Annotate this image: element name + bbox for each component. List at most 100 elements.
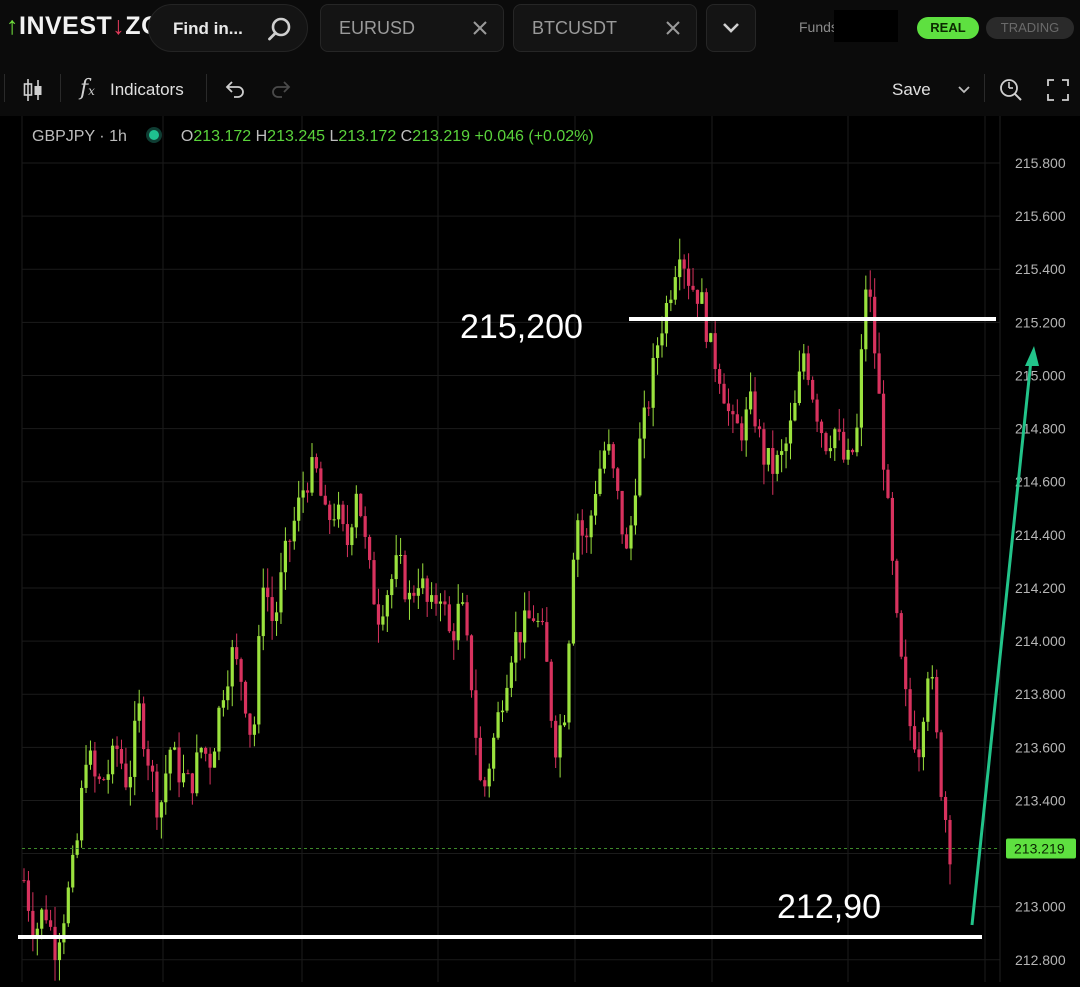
candle-body[interactable] bbox=[527, 610, 531, 619]
candle-body[interactable] bbox=[935, 677, 939, 733]
candle-body[interactable] bbox=[465, 602, 469, 636]
candle-body[interactable] bbox=[726, 403, 731, 412]
candle-body[interactable] bbox=[164, 773, 168, 803]
candle-body[interactable] bbox=[629, 525, 633, 549]
candle-body[interactable] bbox=[749, 391, 753, 410]
candle-body[interactable] bbox=[784, 443, 788, 452]
search-box[interactable] bbox=[148, 4, 308, 53]
candle-body[interactable] bbox=[722, 383, 726, 404]
candle-body[interactable] bbox=[806, 353, 810, 380]
fullscreen-icon[interactable] bbox=[1046, 78, 1070, 102]
candle-body[interactable] bbox=[842, 431, 846, 460]
candle-body[interactable] bbox=[394, 555, 398, 580]
candle-body[interactable] bbox=[890, 497, 895, 561]
candle-body[interactable] bbox=[686, 268, 691, 286]
candle-body[interactable] bbox=[819, 421, 824, 434]
candle-body[interactable] bbox=[390, 579, 394, 596]
candle-body[interactable] bbox=[332, 519, 336, 521]
search-icon[interactable] bbox=[267, 16, 293, 42]
candle-body[interactable] bbox=[111, 745, 115, 775]
candle-body[interactable] bbox=[159, 802, 163, 818]
candle-body[interactable] bbox=[655, 345, 660, 358]
candle-body[interactable] bbox=[731, 411, 735, 415]
candle-body[interactable] bbox=[416, 588, 420, 596]
candle-body[interactable] bbox=[624, 534, 629, 549]
candle-body[interactable] bbox=[589, 515, 593, 538]
candle-body[interactable] bbox=[53, 926, 57, 961]
candle-body[interactable] bbox=[150, 765, 155, 772]
candle-body[interactable] bbox=[496, 712, 500, 738]
candle-body[interactable] bbox=[399, 555, 403, 557]
candle-body[interactable] bbox=[243, 681, 248, 714]
redo-icon[interactable] bbox=[270, 80, 292, 98]
candle-body[interactable] bbox=[576, 520, 580, 560]
candle-body[interactable] bbox=[421, 578, 425, 589]
candle-body[interactable] bbox=[921, 721, 926, 758]
candle-body[interactable] bbox=[580, 520, 584, 536]
candle-body[interactable] bbox=[372, 560, 376, 605]
candle-body[interactable] bbox=[585, 535, 589, 538]
candle-body[interactable] bbox=[248, 713, 252, 735]
candle-body[interactable] bbox=[487, 768, 491, 787]
candle-body[interactable] bbox=[44, 909, 48, 921]
candle-body[interactable] bbox=[523, 610, 527, 643]
candle-body[interactable] bbox=[492, 737, 496, 769]
candle-body[interactable] bbox=[341, 504, 345, 525]
candle-body[interactable] bbox=[376, 604, 381, 625]
candle-body[interactable] bbox=[709, 333, 713, 342]
candle-body[interactable] bbox=[204, 747, 208, 754]
chart-canvas[interactable]: 215.800215.600215.400215.200215.000214.8… bbox=[0, 116, 1080, 982]
candle-body[interactable] bbox=[886, 469, 890, 498]
price-chart[interactable]: 215.800 215.600 215.400 215.200 215.000 214.8… bbox=[0, 116, 1080, 982]
candle-body[interactable] bbox=[531, 618, 536, 621]
candle-body[interactable] bbox=[177, 747, 181, 783]
candle-body[interactable] bbox=[137, 703, 141, 721]
candle-body[interactable] bbox=[190, 773, 194, 794]
candle-body[interactable] bbox=[673, 277, 677, 300]
candle-body[interactable] bbox=[771, 447, 775, 474]
undo-icon[interactable] bbox=[224, 80, 246, 98]
candle-body[interactable] bbox=[647, 407, 651, 409]
candle-body[interactable] bbox=[757, 426, 762, 430]
candle-body[interactable] bbox=[833, 429, 837, 449]
candle-body[interactable] bbox=[319, 468, 323, 496]
candle-body[interactable] bbox=[828, 448, 832, 452]
candle-body[interactable] bbox=[598, 468, 602, 494]
candle-body[interactable] bbox=[115, 745, 119, 749]
candle-body[interactable] bbox=[948, 819, 952, 865]
candle-body[interactable] bbox=[775, 454, 779, 474]
candle-body[interactable] bbox=[270, 597, 274, 621]
candle-body[interactable] bbox=[926, 678, 930, 722]
candle-body[interactable] bbox=[71, 854, 75, 888]
candle-body[interactable] bbox=[40, 909, 44, 929]
candle-body[interactable] bbox=[292, 520, 296, 542]
candle-body[interactable] bbox=[802, 353, 806, 372]
candle-body[interactable] bbox=[762, 429, 766, 465]
candle-body[interactable] bbox=[744, 409, 748, 441]
candle-body[interactable] bbox=[780, 451, 784, 455]
candle-body[interactable] bbox=[766, 447, 770, 465]
candle-body[interactable] bbox=[305, 490, 310, 493]
candle-body[interactable] bbox=[718, 369, 722, 384]
candle-body[interactable] bbox=[359, 493, 363, 517]
candle-body[interactable] bbox=[811, 379, 815, 400]
candle-body[interactable] bbox=[620, 490, 624, 535]
candle-body[interactable] bbox=[26, 880, 31, 911]
candle-body[interactable] bbox=[230, 647, 234, 687]
candle-body[interactable] bbox=[616, 468, 620, 491]
candle-body[interactable] bbox=[22, 880, 26, 882]
candle-body[interactable] bbox=[168, 749, 172, 774]
candle-body[interactable] bbox=[877, 353, 881, 394]
candle-body[interactable] bbox=[713, 333, 717, 370]
candle-body[interactable] bbox=[199, 747, 203, 753]
candle-body[interactable] bbox=[514, 632, 518, 663]
candle-body[interactable] bbox=[660, 333, 664, 346]
candle-body[interactable] bbox=[549, 661, 553, 721]
candle-body[interactable] bbox=[221, 700, 225, 708]
candle-body[interactable] bbox=[456, 603, 460, 641]
candle-body[interactable] bbox=[505, 687, 509, 711]
candle-body[interactable] bbox=[438, 601, 443, 604]
tab-eurusd[interactable]: EURUSD bbox=[320, 4, 504, 52]
candle-body[interactable] bbox=[917, 749, 921, 758]
candle-body[interactable] bbox=[740, 423, 744, 441]
